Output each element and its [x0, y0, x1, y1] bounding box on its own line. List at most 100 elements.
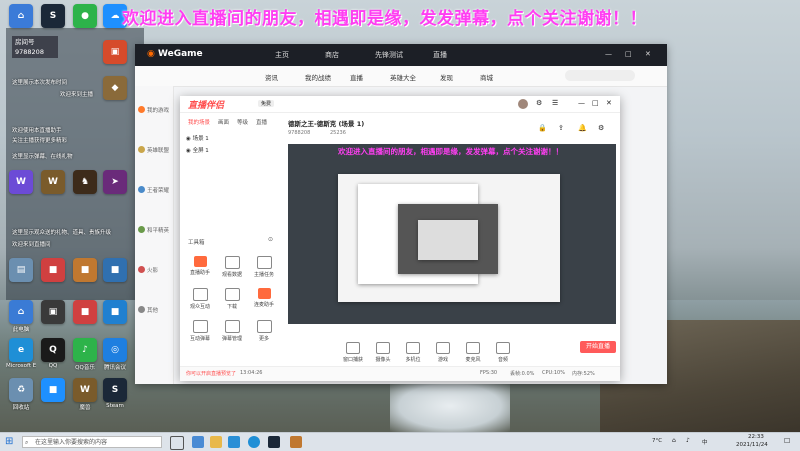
notification-icon[interactable]: ☐	[784, 437, 790, 445]
app-icon[interactable]	[290, 436, 302, 448]
desktop-icon[interactable]: ♞	[70, 170, 100, 194]
store-icon[interactable]	[228, 436, 240, 448]
maximize-icon[interactable]: □	[592, 99, 599, 107]
more-icon[interactable]: ⊙	[268, 236, 273, 243]
desktop-icon[interactable]: ■	[100, 300, 130, 324]
close-icon[interactable]: ✕	[606, 99, 612, 107]
music-icon: ♪	[73, 338, 97, 362]
gear-icon[interactable]: ⚙	[598, 124, 604, 132]
desktop-icon[interactable]: ◎ 腾讯会议	[100, 338, 130, 371]
desktop-icon[interactable]: S Steam	[100, 378, 130, 409]
bottom-tool[interactable]: 窗口捕获	[340, 342, 366, 363]
tab-live[interactable]: 直播	[256, 120, 267, 126]
tab-level[interactable]: 等级	[237, 120, 248, 126]
start-live-button[interactable]: 开始直播	[580, 341, 616, 353]
scene-item[interactable]: ◉ 场景 1	[186, 134, 209, 142]
subtab-news[interactable]: 资讯	[265, 72, 278, 82]
maximize-icon[interactable]: □	[625, 50, 632, 58]
widgets-icon[interactable]	[192, 436, 204, 448]
bottom-tool[interactable]: 麦克风	[460, 342, 486, 363]
network-icon[interactable]: ⌂	[672, 437, 676, 444]
settings-icon[interactable]: ⚙	[536, 99, 542, 107]
tool-item[interactable]: 下载	[216, 288, 248, 310]
desktop-icon[interactable]: ♪ QQ音乐	[70, 338, 100, 371]
minimize-icon[interactable]: —	[605, 50, 612, 58]
eye-icon[interactable]: ◉	[186, 148, 191, 154]
subtab-discover[interactable]: 发现	[440, 72, 453, 82]
desktop-icon[interactable]: ■	[38, 378, 68, 402]
sidebar-item[interactable]: 我的游戏	[147, 106, 169, 114]
search-placeholder: 在这里输入你要搜索的内容	[35, 439, 108, 446]
desktop-icon[interactable]: ♻ 回收站	[6, 378, 36, 411]
lock-icon[interactable]: 🔒	[538, 124, 547, 132]
file-explorer-icon[interactable]	[210, 436, 222, 448]
desktop-icon[interactable]: ■	[38, 258, 68, 282]
tool-item[interactable]: 更多	[248, 320, 280, 342]
tool-item[interactable]: 观看数据	[216, 256, 248, 278]
desktop-icon[interactable]: ▣	[100, 40, 130, 64]
tool-item[interactable]: 连麦助手	[248, 288, 280, 308]
clock-date[interactable]: 2021/11/24	[736, 442, 768, 448]
search-input[interactable]	[565, 70, 635, 81]
sidebar-item[interactable]: 火影	[147, 266, 158, 274]
desktop-icon[interactable]: S	[38, 4, 68, 28]
tab-beta[interactable]: 先锋测试	[375, 50, 403, 60]
desktop-icon[interactable]: ⌂	[6, 4, 36, 28]
desktop-icon[interactable]: W 魔兽	[70, 378, 100, 411]
start-icon[interactable]: ⊞	[5, 436, 13, 447]
avatar[interactable]	[518, 99, 528, 109]
subtab-mall[interactable]: 商城	[480, 72, 493, 82]
streaming-app-window[interactable]: 直播伴侣 免费 ⚙ ☰ — □ ✕ 我的场景 画面 等级 直播 德斯之王-德斯克 (场…	[180, 96, 620, 381]
bell-icon[interactable]: 🔔	[578, 124, 587, 132]
task-view-icon[interactable]	[170, 436, 184, 450]
steam-icon[interactable]	[268, 436, 280, 448]
tool-item[interactable]: 弹幕管理	[216, 320, 248, 342]
eye-icon[interactable]: ◉	[186, 136, 191, 142]
bottom-tool[interactable]: 摄像头	[370, 342, 396, 363]
tab-live[interactable]: 直播	[433, 50, 447, 60]
desktop-icon[interactable]: ⌂ 此电脑	[6, 300, 36, 333]
tab-display[interactable]: 画面	[218, 120, 229, 126]
subtab-heroes[interactable]: 英雄大全	[390, 72, 416, 82]
desktop-icon[interactable]: ▤	[6, 258, 36, 282]
desktop-icon[interactable]: W	[6, 170, 36, 194]
minimize-icon[interactable]: —	[578, 99, 585, 107]
subtab-live[interactable]: 直播	[350, 72, 363, 82]
scene-item[interactable]: ◉ 全屏 1	[186, 146, 209, 154]
ime-indicator[interactable]: 中	[702, 438, 708, 446]
bottom-tool[interactable]: 音频	[490, 342, 516, 363]
desktop-icon[interactable]: ➤	[100, 170, 130, 194]
sidebar-item[interactable]: 和平精英	[147, 226, 169, 234]
sidebar-item[interactable]: 其他	[147, 306, 158, 314]
tool-item[interactable]: 直播助手	[184, 256, 216, 276]
subtab-record[interactable]: 我的战绩	[305, 72, 331, 82]
close-icon[interactable]: ✕	[645, 50, 651, 58]
desktop-icon[interactable]: W	[38, 170, 68, 194]
taskbar-search[interactable]: ⌕ 在这里输入你要搜索的内容	[22, 436, 162, 448]
tab-scenes[interactable]: 我的场景	[188, 120, 210, 126]
bottom-tool[interactable]: 多机位	[400, 342, 426, 363]
desktop-icon[interactable]: ■	[70, 258, 100, 282]
desktop-icon[interactable]: ●	[70, 4, 100, 28]
volume-icon[interactable]: ♪	[686, 437, 690, 444]
tab-store[interactable]: 商店	[325, 50, 339, 60]
desktop-icon[interactable]: Q QQ	[38, 338, 68, 369]
sidebar-item[interactable]: 英雄联盟	[147, 146, 169, 154]
clock-time[interactable]: 22:33	[748, 434, 764, 440]
desktop-icon[interactable]: eMicrosoft Edge	[6, 338, 36, 369]
edge-icon[interactable]	[248, 436, 260, 448]
sidebar-item[interactable]: 王者荣耀	[147, 186, 169, 194]
desktop-icon[interactable]: ◆	[100, 76, 130, 100]
tool-item[interactable]: 互动弹幕	[184, 320, 216, 342]
tab-home[interactable]: 主页	[275, 50, 289, 60]
tool-item[interactable]: 观众互动	[184, 288, 216, 310]
tool-item[interactable]: 主播任务	[248, 256, 280, 278]
desktop-icon[interactable]: ▣	[38, 300, 68, 324]
stream-preview[interactable]: 欢迎进入直播间的朋友，相遇即是缘，发发弹幕，点个关注谢谢！！	[288, 144, 616, 324]
bottom-tool[interactable]: 游戏	[430, 342, 456, 363]
share-icon[interactable]: ⇪	[558, 124, 564, 132]
desktop-icon[interactable]: ■	[70, 300, 100, 324]
desktop-icon[interactable]: ■	[100, 258, 130, 282]
preview-banner: 欢迎进入直播间的朋友，相遇即是缘，发发弹幕，点个关注谢谢！！	[338, 147, 563, 156]
menu-icon[interactable]: ☰	[552, 99, 558, 107]
